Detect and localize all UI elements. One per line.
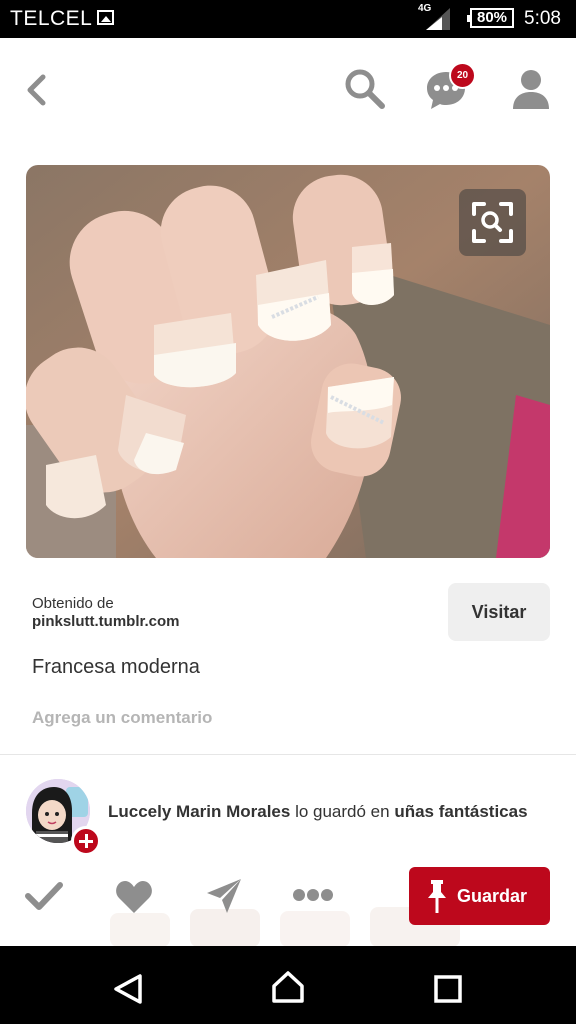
signal-icon xyxy=(426,8,450,30)
image-notification-icon xyxy=(97,10,114,25)
back-arrow-icon[interactable] xyxy=(24,74,48,106)
add-comment-field[interactable]: Agrega un comentario xyxy=(32,708,212,728)
send-icon[interactable] xyxy=(205,877,243,915)
saved-by-attribution: Luccely Marin Morales lo guardó en uñas … xyxy=(108,801,548,822)
check-icon[interactable] xyxy=(24,880,64,912)
lens-icon xyxy=(472,202,513,243)
follow-plus-icon[interactable] xyxy=(71,826,101,856)
save-button-label: Guardar xyxy=(457,886,528,906)
home-icon[interactable] xyxy=(271,970,305,1004)
user-name-link[interactable]: Luccely Marin Morales xyxy=(108,802,290,821)
search-icon[interactable] xyxy=(344,68,386,110)
top-navigation xyxy=(0,38,576,138)
attribution-action: lo guardó en xyxy=(290,802,395,821)
source-domain-link[interactable]: pinkslutt.tumblr.com xyxy=(32,613,180,630)
system-navigation-bar xyxy=(0,946,576,1024)
status-bar: TELCEL 4G 80% 5:08 xyxy=(0,0,576,38)
pin-title: Francesa moderna xyxy=(32,656,200,678)
recent-apps-icon[interactable] xyxy=(434,975,462,1003)
heart-icon[interactable] xyxy=(115,880,153,914)
visit-button[interactable]: Visitar xyxy=(448,583,550,641)
source-label: Obtenido de xyxy=(32,595,114,612)
battery-indicator: 80% xyxy=(467,8,514,28)
profile-icon[interactable] xyxy=(512,69,550,109)
back-triangle-icon[interactable] xyxy=(113,973,143,1005)
pushpin-icon xyxy=(428,880,446,913)
divider xyxy=(0,754,576,755)
clock: 5:08 xyxy=(524,8,561,29)
board-name-link[interactable]: uñas fantásticas xyxy=(394,802,527,821)
notification-count-badge: 20 xyxy=(449,62,476,89)
carrier-name: TELCEL xyxy=(10,7,93,30)
save-button[interactable]: Guardar xyxy=(409,867,550,925)
more-icon[interactable] xyxy=(292,888,334,902)
visual-search-button[interactable] xyxy=(459,189,526,256)
